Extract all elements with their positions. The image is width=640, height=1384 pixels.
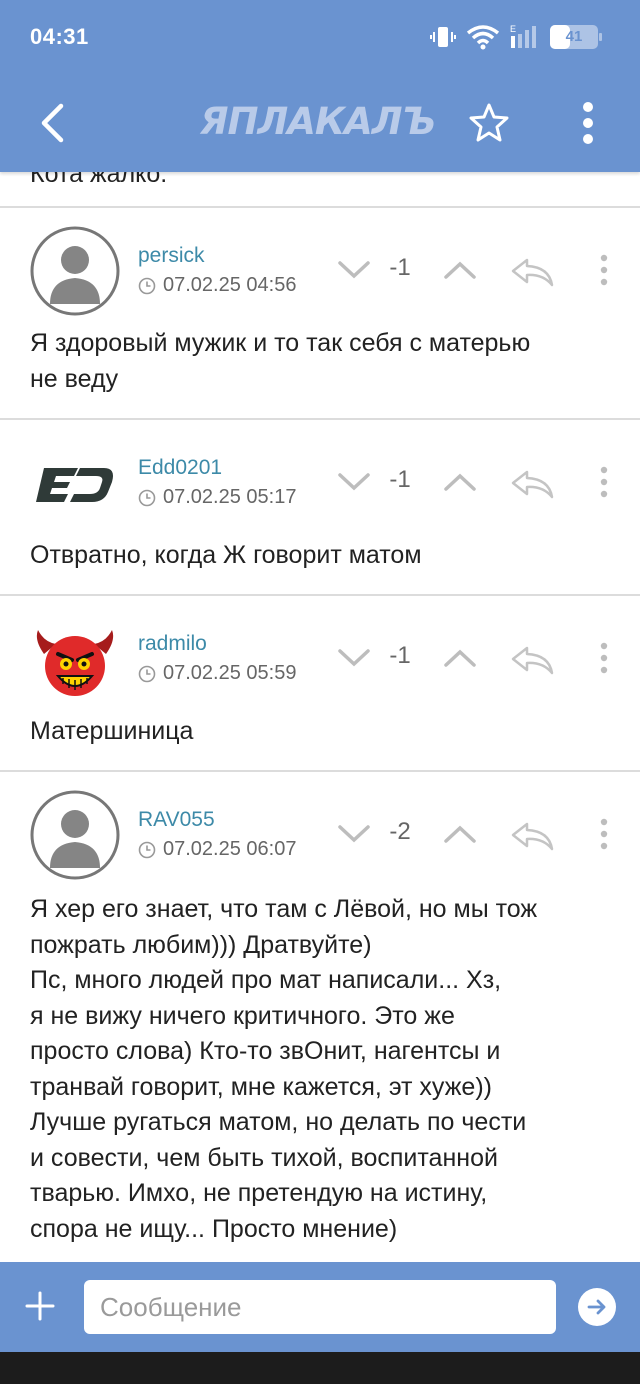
ed-logo-avatar[interactable]: [30, 438, 120, 528]
reply-button[interactable]: [506, 254, 558, 290]
post-more-button[interactable]: [592, 814, 616, 854]
comment-post: Edd0201 07.02.25 05:17 -1 Отвратно, когд…: [0, 422, 640, 596]
more-vertical-icon: [600, 818, 608, 850]
more-vertical-icon: [583, 102, 593, 144]
vote-count: -1: [389, 466, 411, 493]
post-text: Я здоровый мужик и то так себя с матерью…: [30, 329, 531, 393]
message-input[interactable]: [84, 1280, 556, 1334]
upvote-button[interactable]: [440, 644, 480, 672]
reply-icon: [511, 258, 554, 287]
more-vertical-icon: [600, 254, 608, 286]
status-time: 04:31: [30, 24, 89, 49]
post-text: Я хер его знает, что там с Лёвой, но мы …: [30, 895, 538, 1243]
more-vertical-icon: [600, 642, 608, 674]
battery-level: 41: [565, 28, 583, 45]
post-date-text: 07.02.25 06:07: [163, 838, 297, 860]
battery-nub: [599, 33, 602, 41]
post-more-button[interactable]: [592, 250, 616, 290]
post-username[interactable]: Edd0201: [138, 456, 222, 480]
chevron-up-icon: [444, 473, 476, 491]
chevron-left-icon: [41, 103, 64, 143]
comment-post: persick 07.02.25 04:56 -1 Я здоровый муж…: [0, 210, 640, 420]
clock-icon: [138, 489, 156, 506]
upvote-button[interactable]: [440, 468, 480, 496]
reply-icon: [511, 646, 554, 675]
devil-smiley-avatar[interactable]: [30, 614, 120, 704]
back-button[interactable]: [30, 98, 74, 148]
post-date-text: 07.02.25 04:56: [163, 274, 297, 296]
chevron-down-icon: [338, 649, 370, 667]
arrow-right-icon: [587, 1299, 606, 1315]
post-date: 07.02.25 05:17: [138, 486, 296, 509]
default-avatar-icon[interactable]: [30, 790, 120, 880]
reply-button[interactable]: [506, 642, 558, 678]
vote-count: -1: [389, 642, 411, 669]
downvote-button[interactable]: [334, 820, 374, 848]
top-bar: 04:31 E 41 ЯПЛАКАЛЪ: [0, 0, 640, 172]
downvote-button[interactable]: [334, 468, 374, 496]
post-more-button[interactable]: [592, 462, 616, 502]
message-composer: [0, 1262, 640, 1352]
vote-count: -1: [389, 254, 411, 281]
post-date-text: 07.02.25 05:17: [163, 486, 297, 508]
clock-icon: [138, 841, 156, 858]
reply-button[interactable]: [506, 466, 558, 502]
chevron-up-icon: [444, 649, 476, 667]
app-bar: ЯПЛАКАЛЪ: [0, 76, 640, 172]
clock-icon: [138, 665, 156, 682]
chevron-up-icon: [444, 261, 476, 279]
reply-icon: [511, 470, 554, 499]
more-vertical-icon: [600, 466, 608, 498]
chevron-up-icon: [444, 825, 476, 843]
system-navigation-bar: [0, 1352, 640, 1384]
battery-icon: 41: [550, 25, 602, 49]
post-username[interactable]: RAV055: [138, 808, 215, 832]
chevron-down-icon: [338, 473, 370, 491]
comment-post: radmilo 07.02.25 05:59 -1 Матершиница: [0, 598, 640, 772]
status-bar: 04:31 E 41: [0, 0, 640, 76]
post-more-button[interactable]: [592, 638, 616, 678]
post-username[interactable]: radmilo: [138, 632, 207, 656]
vote-count: -2: [389, 818, 411, 845]
downvote-button[interactable]: [334, 644, 374, 672]
post-date-text: 07.02.25 05:59: [163, 662, 297, 684]
post-text: Отвратно, когда Ж говорит матом: [30, 541, 422, 569]
reply-button[interactable]: [506, 818, 558, 854]
chevron-down-icon: [338, 825, 370, 843]
upvote-button[interactable]: [440, 820, 480, 848]
attach-button[interactable]: [20, 1286, 60, 1326]
status-icons: E 41: [430, 22, 602, 52]
post-username[interactable]: persick: [138, 244, 205, 268]
post-date: 07.02.25 06:07: [138, 838, 296, 861]
network-label: E: [510, 24, 516, 34]
downvote-button[interactable]: [334, 256, 374, 284]
favorite-button[interactable]: [464, 98, 514, 148]
overflow-menu-button[interactable]: [566, 98, 610, 148]
send-button[interactable]: [578, 1288, 616, 1326]
comment-post: RAV055 07.02.25 06:07 -2 Я хер его знает…: [0, 774, 640, 1262]
plus-icon: [25, 1291, 55, 1321]
signal-icon: E: [510, 24, 536, 48]
clock-icon: [138, 277, 156, 294]
upvote-button[interactable]: [440, 256, 480, 284]
star-icon: [469, 103, 509, 142]
app-logo: ЯПЛАКАЛЪ: [200, 100, 436, 143]
default-avatar-icon[interactable]: [30, 226, 120, 316]
post-date: 07.02.25 05:59: [138, 662, 296, 685]
vibrate-icon: [430, 27, 456, 47]
wifi-icon: [466, 25, 500, 50]
chevron-down-icon: [338, 261, 370, 279]
post-text: Матершиница: [30, 717, 194, 745]
post-date: 07.02.25 04:56: [138, 274, 296, 297]
reply-icon: [511, 822, 554, 851]
